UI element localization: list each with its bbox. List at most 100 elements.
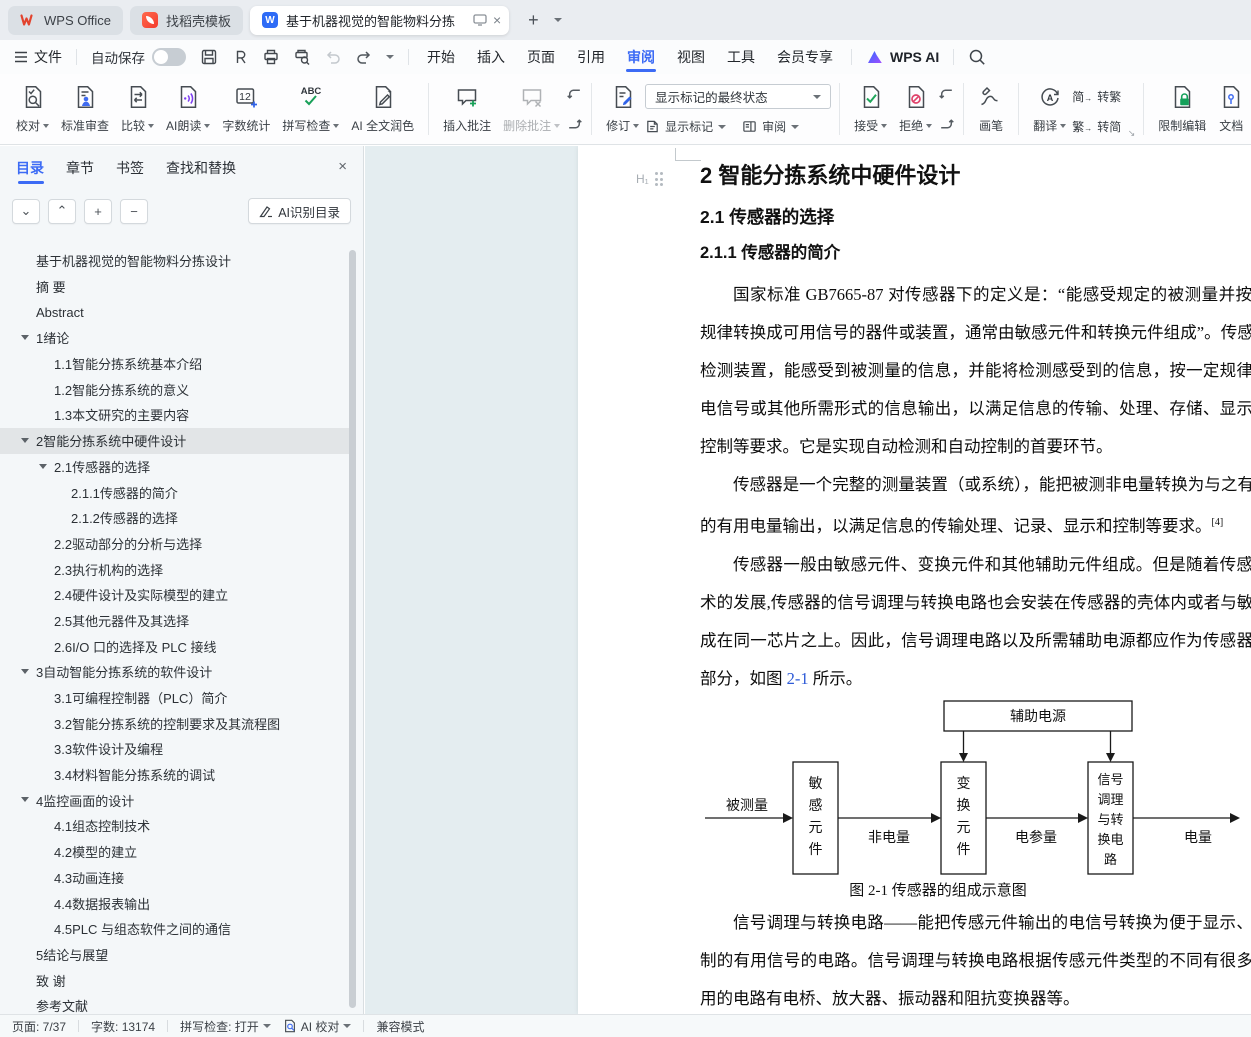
toc-item[interactable]: 5结论与展望	[0, 942, 349, 968]
toc-item[interactable]: 3.2智能分拣系统的控制要求及其流程图	[0, 710, 349, 736]
markup-state-dropdown[interactable]: 显示标记的最终状态	[645, 84, 832, 109]
tab-docer-template[interactable]: 找稻壳模板	[129, 5, 243, 35]
previous-comment-icon[interactable]	[566, 86, 583, 103]
sidebar-scrollbar[interactable]	[349, 250, 356, 1008]
tab-document[interactable]: W 基于机器视觉的智能物料分拣 ×	[249, 5, 510, 35]
toc-item[interactable]: 2.2驱动部分的分析与选择	[0, 531, 349, 557]
toc-item[interactable]: 2.6I/O 口的选择及 PLC 接线	[0, 633, 349, 659]
translate-button[interactable]: A 翻译	[1027, 82, 1072, 136]
wps-ai-button[interactable]: WPS AI	[866, 49, 939, 65]
tab-find-replace[interactable]: 查找和替换	[166, 146, 236, 190]
toc-item[interactable]: 3.4材料智能分拣系统的调试	[0, 762, 349, 788]
review-pane-button[interactable]: 审阅	[742, 118, 800, 135]
toc-item[interactable]: 4.1组态控制技术	[0, 813, 349, 839]
close-sidebar-icon[interactable]: ×	[338, 158, 347, 175]
ai-proofread-status[interactable]: AI 校对	[283, 1018, 352, 1035]
collapse-all-button[interactable]: ⌃	[48, 198, 76, 224]
to-traditional-button[interactable]: 简→ 转繁	[1072, 88, 1121, 105]
save-icon[interactable]	[200, 48, 218, 66]
menu-insert[interactable]: 插入	[473, 40, 509, 74]
toc-item[interactable]: 2.4硬件设计及实际模型的建立	[0, 582, 349, 608]
zoom-in-button[interactable]: +	[84, 198, 112, 224]
toc-item[interactable]: 3.3软件设计及编程	[0, 736, 349, 762]
toc-item[interactable]: 4.3动画连接	[0, 865, 349, 891]
export-icon[interactable]	[231, 48, 249, 66]
toc-item[interactable]: 2.1传感器的选择	[0, 454, 349, 480]
ai-polish-button[interactable]: AI 全文润色	[345, 82, 420, 136]
toc-item[interactable]: 4.5PLC 与组态软件之间的通信	[0, 916, 349, 942]
menu-home[interactable]: 开始	[423, 40, 459, 74]
toc-item[interactable]: 3自动智能分拣系统的软件设计	[0, 659, 349, 685]
toc-item[interactable]: 1.1智能分拣系统基本介绍	[0, 351, 349, 377]
tab-wps-office[interactable]: WPS Office	[8, 5, 123, 35]
toc-item[interactable]: 1绪论	[0, 325, 349, 351]
menu-review[interactable]: 审阅	[623, 40, 659, 74]
standard-review-button[interactable]: 标准审查	[55, 82, 115, 136]
reject-button[interactable]: 拒绝	[893, 82, 938, 136]
brush-button[interactable]: 画笔	[972, 82, 1010, 136]
search-icon[interactable]	[968, 48, 986, 66]
accept-button[interactable]: 接受	[848, 82, 893, 136]
print-preview-icon[interactable]	[293, 48, 311, 66]
chevron-down-icon[interactable]	[39, 463, 47, 469]
toc-item[interactable]: 3.1可编程控制器（PLC）简介	[0, 685, 349, 711]
insert-comment-button[interactable]: 插入批注	[437, 82, 497, 136]
spell-check-status[interactable]: 拼写检查: 打开	[180, 1018, 271, 1035]
document-page[interactable]: H₁ 2 智能分拣系统中硬件设计 2.1 传感器的选择 2.1.1 传感器的简介…	[578, 146, 1251, 1014]
restrict-edit-button[interactable]: 限制编辑	[1152, 82, 1212, 136]
toc-item[interactable]: 2智能分拣系统中硬件设计	[0, 427, 349, 454]
toc-item[interactable]: Abstract	[0, 299, 349, 325]
toc-item[interactable]: 2.1.1传感器的简介	[0, 479, 349, 505]
toc-item[interactable]: 1.3本文研究的主要内容	[0, 402, 349, 428]
chevron-down-icon[interactable]	[21, 797, 29, 803]
redo-icon[interactable]	[355, 48, 373, 66]
toc-item[interactable]: 2.5其他元器件及其选择	[0, 608, 349, 634]
chevron-down-icon[interactable]	[21, 335, 29, 341]
toc-item[interactable]: 1.2智能分拣系统的意义	[0, 376, 349, 402]
toc-item[interactable]: 致 谢	[0, 967, 349, 993]
word-count-button[interactable]: 12 字数统计	[216, 82, 276, 136]
expand-all-button[interactable]: ⌄	[12, 198, 40, 224]
menu-member[interactable]: 会员专享	[773, 40, 837, 74]
close-icon[interactable]: ×	[493, 12, 501, 28]
menu-page[interactable]: 页面	[523, 40, 559, 74]
menu-reference[interactable]: 引用	[573, 40, 609, 74]
zoom-out-button[interactable]: −	[120, 198, 148, 224]
tab-list-chevron-icon[interactable]	[553, 18, 562, 22]
show-markup-button[interactable]: 显示标记	[645, 118, 727, 135]
chevron-down-icon[interactable]	[21, 437, 29, 443]
spell-check-button[interactable]: ABC 拼写检查	[276, 82, 345, 136]
menu-view[interactable]: 视图	[673, 40, 709, 74]
tab-bookmarks[interactable]: 书签	[116, 146, 144, 190]
more-history-chevron-icon[interactable]	[386, 55, 394, 59]
chevron-down-icon[interactable]	[21, 669, 29, 674]
previous-change-icon[interactable]	[938, 86, 955, 103]
figure-reference-link[interactable]: 2-1	[787, 669, 809, 688]
file-menu-button[interactable]: 文件	[14, 47, 62, 67]
toc-item[interactable]: 4监控画面的设计	[0, 787, 349, 813]
to-simplified-button[interactable]: 繁→ 转简	[1072, 118, 1121, 135]
toc-item[interactable]: 摘 要	[0, 274, 349, 300]
proofread-button[interactable]: 校对	[10, 82, 55, 136]
toc-item[interactable]: 4.4数据报表输出	[0, 890, 349, 916]
tab-contents[interactable]: 目录	[16, 146, 44, 190]
screen-share-icon[interactable]	[473, 14, 487, 26]
toc-item[interactable]: 参考文献	[0, 993, 349, 1014]
next-comment-icon[interactable]	[566, 115, 583, 132]
autosave-toggle[interactable]	[152, 48, 186, 66]
tab-chapters[interactable]: 章节	[66, 146, 94, 190]
dialog-launcher-icon[interactable]: ↘	[1128, 128, 1136, 139]
new-tab-button[interactable]: +	[522, 10, 545, 31]
toc-item[interactable]: 基于机器视觉的智能物料分拣设计	[0, 248, 349, 274]
next-change-icon[interactable]	[938, 115, 955, 132]
print-icon[interactable]	[262, 48, 280, 66]
drag-handle-icon[interactable]	[654, 172, 664, 186]
menu-tools[interactable]: 工具	[723, 40, 759, 74]
ai-read-button[interactable]: AI朗读	[160, 82, 216, 136]
toc-item[interactable]: 2.3执行机构的选择	[0, 556, 349, 582]
doc-permission-button[interactable]: 文档	[1212, 82, 1250, 136]
compare-button[interactable]: 比较	[115, 82, 160, 136]
toc-item[interactable]: 2.1.2传感器的选择	[0, 505, 349, 531]
track-changes-button[interactable]: 修订	[600, 82, 645, 136]
toc-item[interactable]: 4.2模型的建立	[0, 839, 349, 865]
